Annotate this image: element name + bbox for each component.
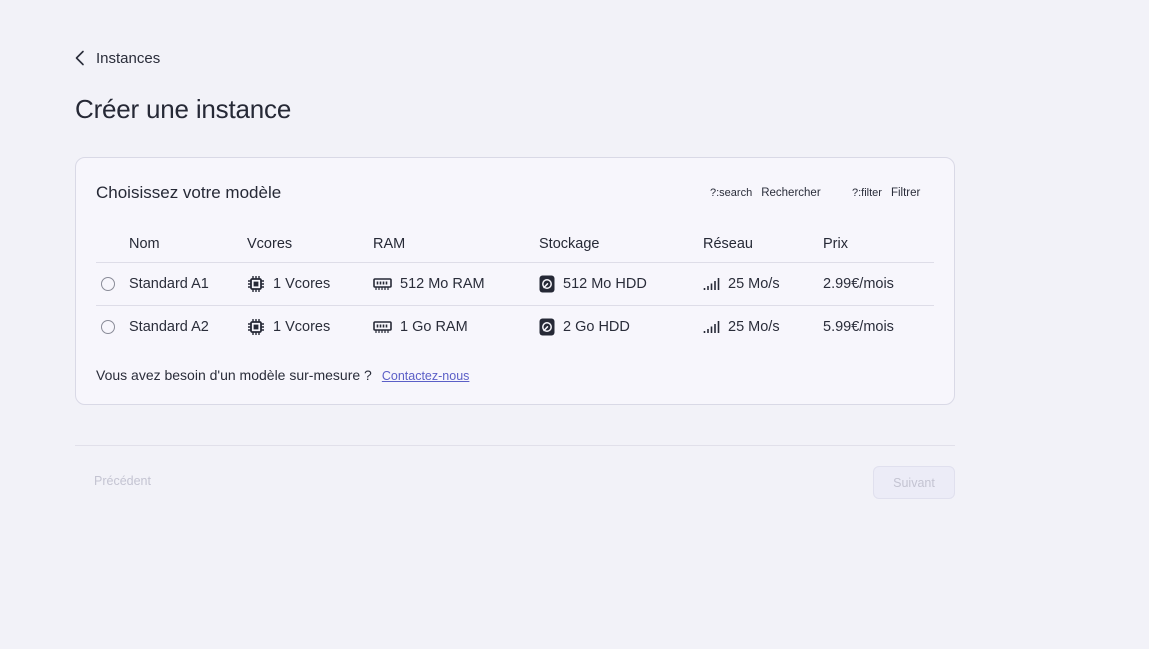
- models-table: Nom Vcores RAM Stockage Réseau Prix Stan…: [96, 225, 934, 347]
- price-value: 5.99€/mois: [823, 319, 894, 335]
- price-value: 2.99€/mois: [823, 276, 894, 292]
- model-name: Standard A2: [129, 319, 209, 335]
- custom-model-text: Vous avez besoin d'un modèle sur-mesure …: [96, 367, 372, 383]
- search-button-label: Rechercher: [761, 187, 821, 199]
- filter-button-label: Filtrer: [890, 187, 921, 199]
- footer-divider: [75, 445, 955, 446]
- ram-value: 512 Mo RAM: [400, 276, 485, 292]
- hard-drive-icon: [539, 318, 555, 336]
- card-title: Choisissez votre modèle: [96, 183, 282, 202]
- search-button[interactable]: ?:search Rechercher: [710, 185, 821, 201]
- cpu-icon: [248, 319, 264, 335]
- memory-icon: [373, 321, 392, 333]
- filter-icon: ?:filter: [852, 187, 882, 199]
- model-radio[interactable]: [101, 320, 115, 334]
- storage-value: 2 Go HDD: [563, 319, 630, 335]
- table-row[interactable]: Standard A2 1 Vcores 1 Go RAM 2 Go HDD 2…: [96, 305, 934, 347]
- contact-us-link[interactable]: Contactez-nous: [382, 369, 470, 383]
- hard-drive-icon: [539, 275, 555, 293]
- column-header-name: Nom: [129, 236, 160, 252]
- table-header: Nom Vcores RAM Stockage Réseau Prix: [96, 225, 934, 263]
- custom-model-note: Vous avez besoin d'un modèle sur-mesure …: [96, 367, 469, 383]
- vcores-value: 1 Vcores: [273, 276, 331, 292]
- table-row[interactable]: Standard A1 1 Vcores 512 Mo RAM 512 Mo H…: [96, 263, 934, 305]
- model-selection-card: Choisissez votre modèle ?:search Recherc…: [75, 157, 955, 405]
- column-header-storage: Stockage: [539, 236, 600, 252]
- create-instance-page: Instances Créer une instance Choisissez …: [0, 0, 1149, 649]
- storage-value: 512 Mo HDD: [563, 276, 647, 292]
- page-title: Créer une instance: [75, 94, 292, 124]
- memory-icon: [373, 278, 392, 290]
- back-link-label: Instances: [96, 49, 161, 67]
- column-header-vcores: Vcores: [247, 236, 293, 252]
- model-radio[interactable]: [101, 277, 115, 291]
- ram-value: 1 Go RAM: [400, 319, 468, 335]
- network-value: 25 Mo/s: [728, 319, 780, 335]
- vcores-value: 1 Vcores: [273, 319, 331, 335]
- search-icon: ?:search: [710, 187, 753, 199]
- network-value: 25 Mo/s: [728, 276, 780, 292]
- signal-icon: [703, 321, 720, 333]
- next-button[interactable]: Suivant: [873, 466, 955, 499]
- back-to-instances-link[interactable]: Instances: [74, 48, 160, 68]
- model-name: Standard A1: [129, 276, 209, 292]
- cpu-icon: [248, 276, 264, 292]
- filter-button[interactable]: ?:filter Filtrer: [852, 185, 920, 201]
- chevron-left-icon: [75, 50, 84, 66]
- column-header-network: Réseau: [703, 236, 753, 252]
- previous-button[interactable]: Précédent: [94, 474, 151, 488]
- column-header-ram: RAM: [373, 236, 406, 252]
- column-header-price: Prix: [823, 236, 848, 252]
- signal-icon: [703, 278, 720, 290]
